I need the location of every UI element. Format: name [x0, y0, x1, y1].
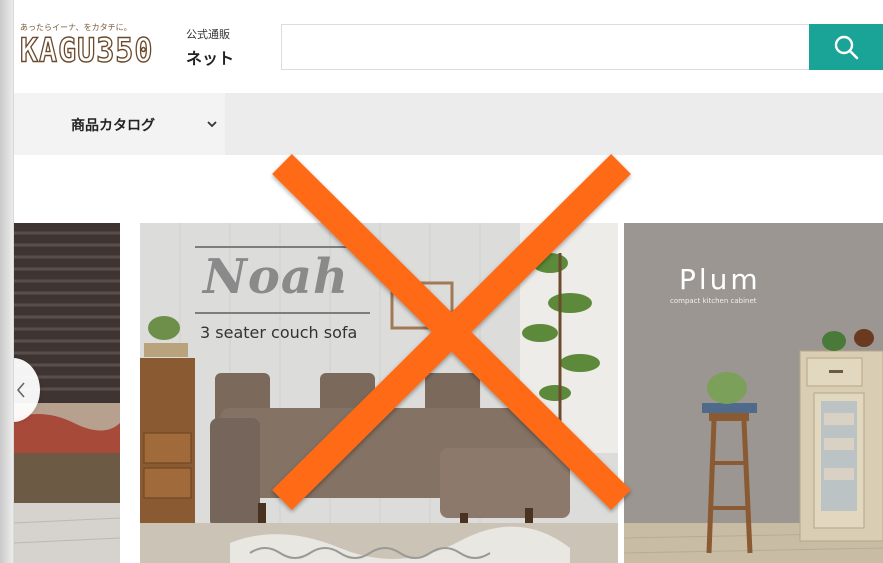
search-icon [834, 35, 859, 60]
carousel-slide-plum[interactable]: Plum compact kitchen cabinet [624, 223, 883, 563]
slide-title-plum: Plum [679, 263, 761, 296]
search-input[interactable] [281, 24, 811, 70]
logo-wordmark: KAGU350 [19, 31, 154, 71]
slide-title-noah: Noah [203, 249, 349, 305]
chevron-left-icon [16, 382, 25, 398]
slide-subtitle-plum: compact kitchen cabinet [670, 297, 757, 305]
shop-label-sub: 公式通販 [186, 28, 230, 41]
search-button[interactable] [809, 24, 883, 70]
category-catalog-label: 商品カタログ [71, 118, 155, 134]
site-logo[interactable]: あったらイーナ、をカタチに。 KAGU350 [19, 22, 154, 78]
category-catalog-dropdown[interactable]: 商品カタログ [14, 93, 225, 155]
hero-carousel: Noah 3 seater couch sofa Plum compact ki… [0, 223, 883, 563]
shop-label-main: ネット [186, 49, 235, 68]
category-nav-bar: 商品カタログ [14, 93, 883, 155]
window-left-edge [0, 0, 14, 563]
slide-subtitle-noah: 3 seater couch sofa [200, 323, 358, 342]
shop-label: 公式通販 ネット [186, 26, 234, 69]
chevron-down-icon [207, 121, 217, 128]
carousel-slide-noah[interactable]: Noah 3 seater couch sofa [140, 223, 618, 563]
site-header: あったらイーナ、をカタチに。 KAGU350 公式通販 ネット [14, 0, 883, 93]
